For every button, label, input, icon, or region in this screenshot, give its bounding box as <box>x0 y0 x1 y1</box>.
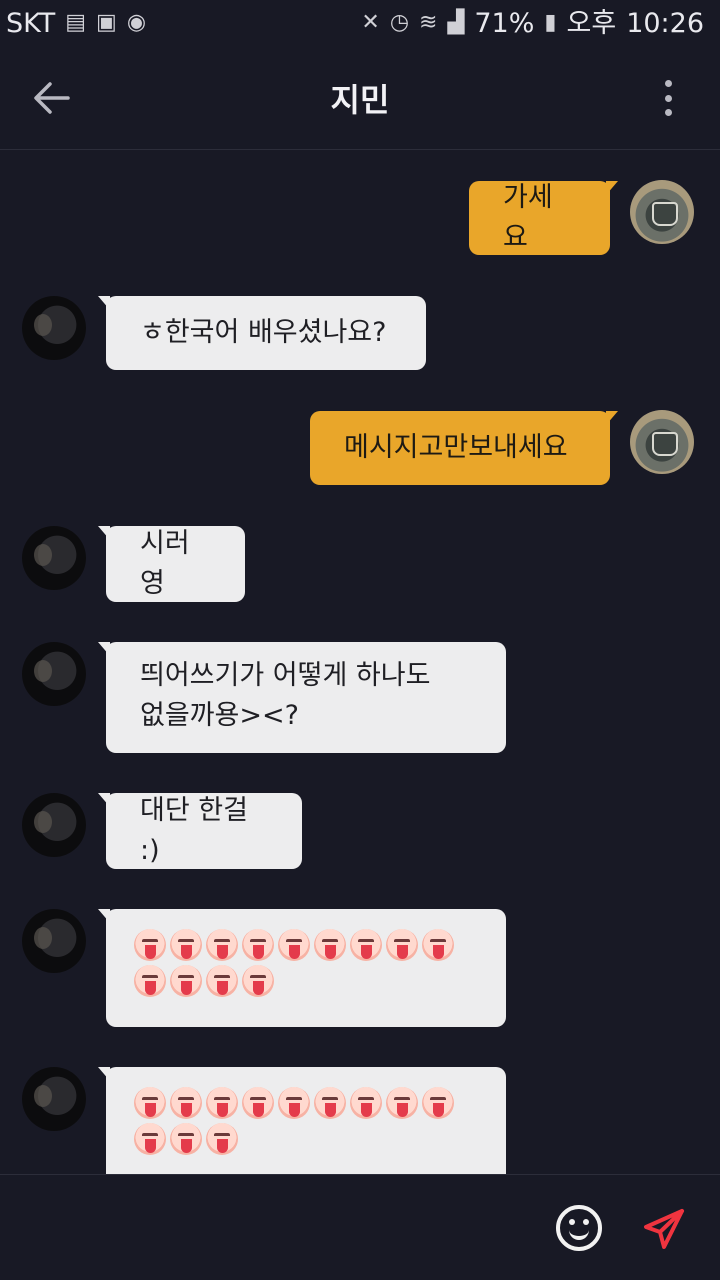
status-left: SKT ▤ ▣ ◉ <box>6 10 146 37</box>
emoji-button[interactable] <box>556 1205 602 1251</box>
alarm-icon: ◷ <box>389 10 410 35</box>
my-message-bubble[interactable]: 가세요 <box>469 181 618 255</box>
status-bar: SKT ▤ ▣ ◉ ✕ ◷ ≋ ▟ 71% ▮ 오후 10:26 <box>0 0 720 46</box>
chat-title: 지민 <box>330 80 390 119</box>
more-dot-icon <box>664 109 672 116</box>
back-button[interactable] <box>28 74 76 122</box>
tongue-out-emoji-icon <box>278 1087 310 1119</box>
tongue-out-emoji-icon <box>206 1123 238 1155</box>
tongue-out-emoji-icon <box>170 965 202 997</box>
tongue-out-emoji-icon <box>278 929 310 961</box>
message-text: 시러영 <box>140 528 190 599</box>
my-avatar[interactable] <box>630 180 694 244</box>
tongue-out-emoji-icon <box>242 929 274 961</box>
tongue-out-emoji-icon <box>386 929 418 961</box>
contact-message-bubble[interactable]: 시러영 <box>98 526 245 602</box>
contact-avatar[interactable] <box>22 296 86 360</box>
status-right: ✕ ◷ ≋ ▟ 71% ▮ 오후 10:26 <box>361 10 704 37</box>
message-text-line-1: 띄어쓰기가 어떻게 하나도 <box>140 660 431 691</box>
tongue-out-emoji-icon <box>314 929 346 961</box>
signal-icon: ▟ <box>447 10 465 35</box>
more-dot-icon <box>664 94 672 102</box>
mute-icon: ✕ <box>361 10 380 35</box>
tongue-out-emoji-icon <box>350 929 382 961</box>
gallery-icon: ▣ <box>96 10 117 35</box>
carrier-label: SKT <box>6 7 56 39</box>
tongue-out-emoji-icon <box>422 929 454 961</box>
tongue-out-emoji-icon <box>206 929 238 961</box>
contact-emoji-bubble[interactable] <box>98 1067 506 1174</box>
message-text-line-2: 없을까용><? <box>140 700 299 731</box>
tongue-out-emoji-icon <box>134 1087 166 1119</box>
message-text: 메시지고만보내세요 <box>344 432 568 463</box>
tongue-out-emoji-icon <box>386 1087 418 1119</box>
tongue-out-emoji-icon <box>134 965 166 997</box>
tongue-out-emoji-icon <box>170 1123 202 1155</box>
my-message-bubble[interactable]: 메시지고만보내세요 <box>310 411 618 485</box>
message-list[interactable]: 가세요 ㅎ한국어 배우셨나요? 메시지고만보내세요 시러영 띄어쓰기가 어떻게 … <box>0 150 720 1174</box>
message-text: ㅎ한국어 배우셨나요? <box>140 317 387 348</box>
contact-avatar[interactable] <box>22 909 86 973</box>
notification-icon: ▤ <box>65 10 87 35</box>
app-bar: 지민 <box>0 46 720 150</box>
my-avatar[interactable] <box>630 410 694 474</box>
tongue-out-emoji-icon <box>422 1087 454 1119</box>
tongue-out-emoji-icon <box>350 1087 382 1119</box>
contact-message-bubble[interactable]: 대단 한걸 :) <box>98 793 302 869</box>
wifi-icon: ≋ <box>419 10 438 35</box>
contact-avatar[interactable] <box>22 793 86 857</box>
back-arrow-icon <box>34 82 70 114</box>
input-bar <box>0 1174 720 1280</box>
tongue-out-emoji-icon <box>134 929 166 961</box>
contact-message-bubble[interactable]: 띄어쓰기가 어떻게 하나도 없을까용><? <box>98 642 506 753</box>
time-ampm: 오후 <box>566 7 617 39</box>
tongue-out-emoji-icon <box>134 1123 166 1155</box>
tongue-out-emoji-icon <box>242 1087 274 1119</box>
message-text: 대단 한걸 :) <box>140 795 248 866</box>
more-dot-icon <box>664 80 672 87</box>
contact-message-bubble[interactable]: ㅎ한국어 배우셨나요? <box>98 296 426 370</box>
battery-icon: ▮ <box>544 10 557 35</box>
tongue-out-emoji-icon <box>170 1087 202 1119</box>
message-text: 가세요 <box>503 182 553 253</box>
send-button[interactable] <box>642 1205 688 1251</box>
contact-avatar[interactable] <box>22 642 86 706</box>
tongue-out-emoji-icon <box>314 1087 346 1119</box>
tongue-out-emoji-icon <box>206 965 238 997</box>
time-label: 10:26 <box>626 7 704 39</box>
contact-emoji-bubble[interactable] <box>98 909 506 1027</box>
tongue-out-emoji-icon <box>206 1087 238 1119</box>
send-icon <box>644 1209 684 1249</box>
contact-avatar[interactable] <box>22 1067 86 1131</box>
tongue-out-emoji-icon <box>242 965 274 997</box>
battery-percent: 71% <box>474 7 535 39</box>
tongue-out-emoji-icon <box>170 929 202 961</box>
more-options-button[interactable] <box>656 76 680 120</box>
chrome-icon: ◉ <box>126 10 147 35</box>
contact-avatar[interactable] <box>22 526 86 590</box>
